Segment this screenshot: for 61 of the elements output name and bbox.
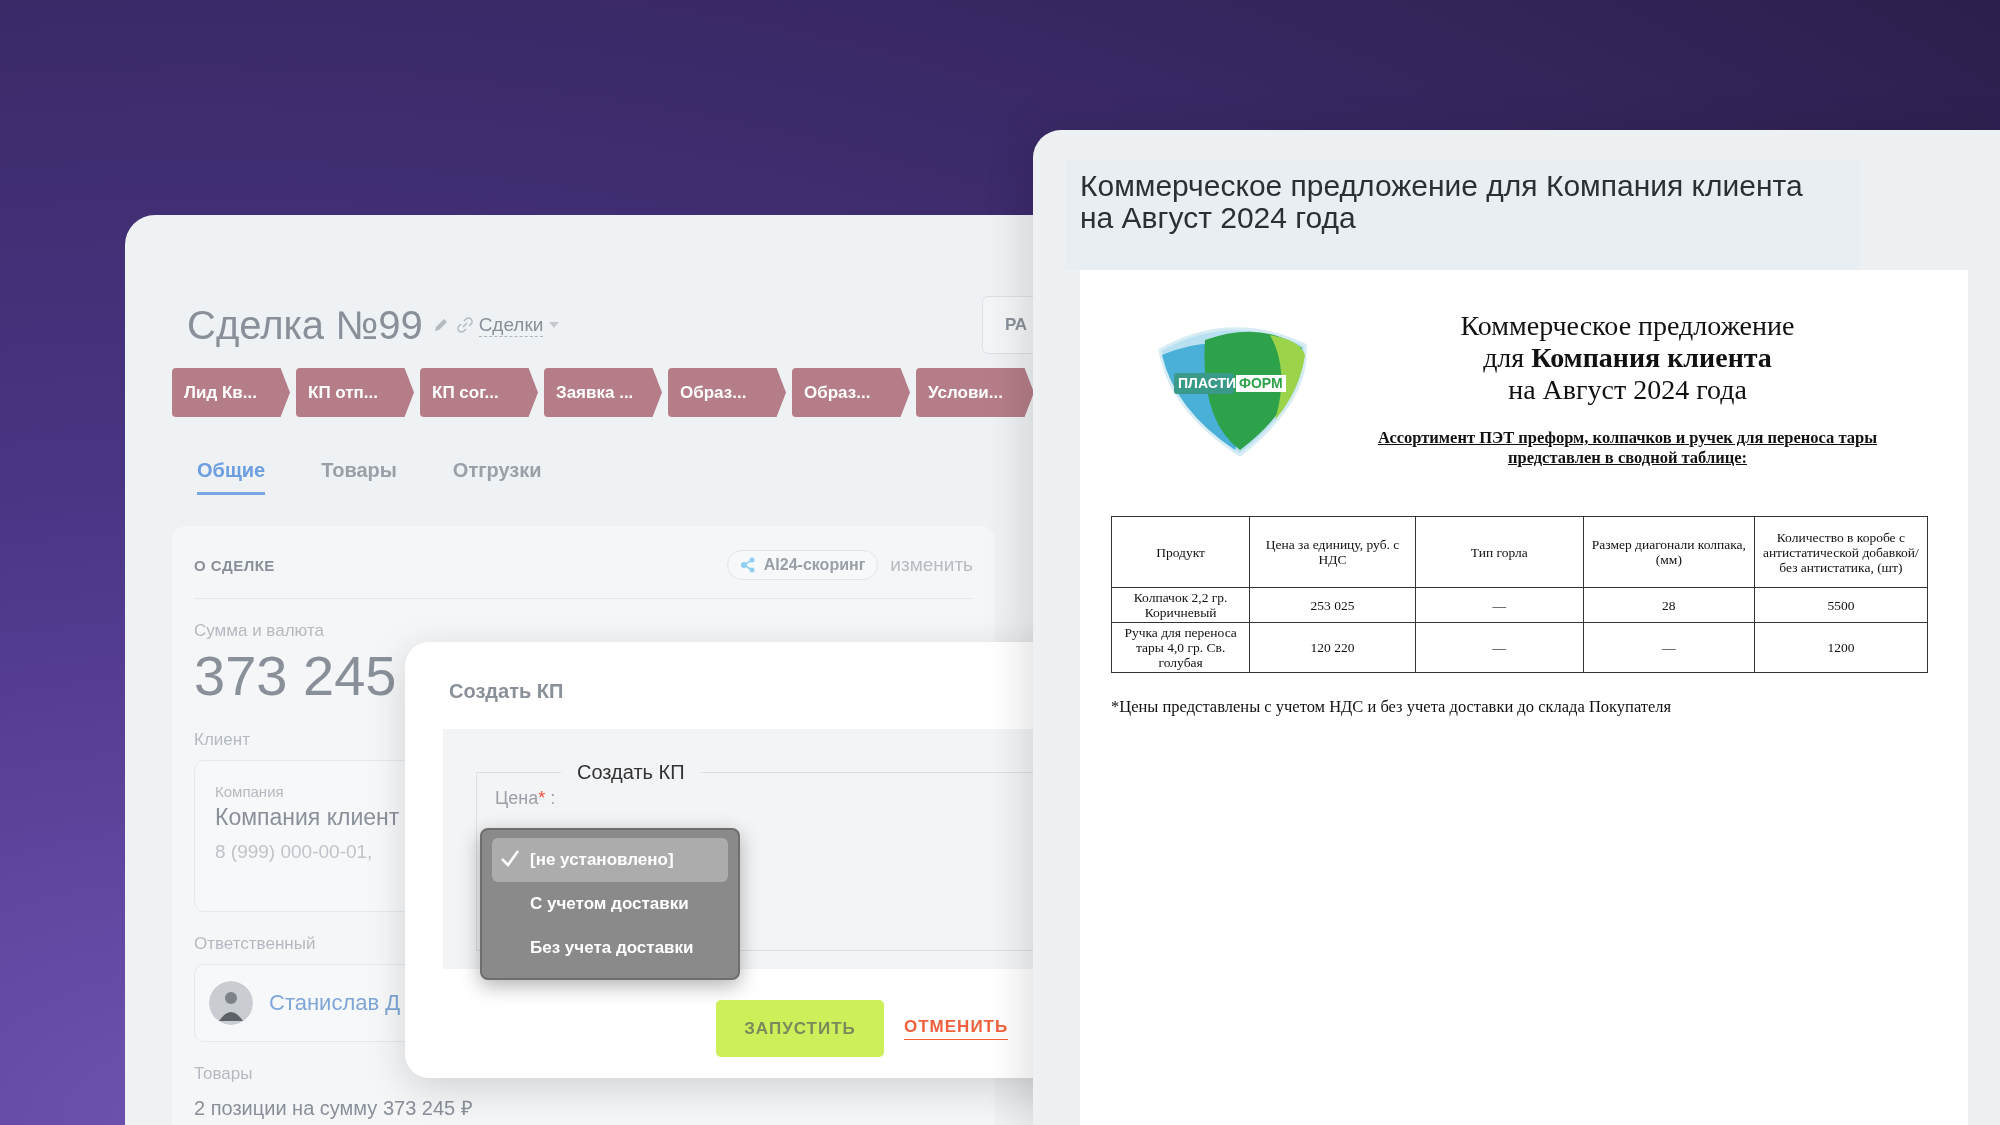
stage-step[interactable]: КП сог... [420,368,538,417]
menu-option[interactable]: Без учета доставки [492,926,728,970]
responsible-name[interactable]: Станислав Д [269,990,401,1016]
table-cell: — [1415,622,1584,673]
check-icon [500,848,520,867]
deal-title: Сделка №99 [187,302,423,348]
document-title: Коммерческое предложение для Компания клиента на Август 2024 года [1080,170,1804,234]
column-header: Тип горла [1415,516,1584,588]
table-cell: Колпачок 2,2 гр. Коричневый [1111,587,1250,623]
pipeline-link[interactable]: Сделки [478,313,544,337]
price-label: Цена* : [495,788,556,809]
pencil-icon[interactable] [432,317,449,333]
run-button[interactable]: ЗАПУСТИТЬ [716,1000,884,1057]
avatar-icon [209,981,253,1025]
amount-value: 373 245 [194,643,397,708]
stage-step[interactable]: Образ... [792,368,910,417]
action-button[interactable]: РА [982,296,1033,354]
dialog-title: Создать КП [449,680,564,703]
table-cell: 1200 [1754,622,1928,673]
stage-step[interactable]: Образ... [668,368,786,417]
stage-step[interactable]: Заявка ... [544,368,662,417]
stage-step[interactable]: Лид Кв... [172,368,290,417]
section-title: О СДЕЛКЕ [194,556,275,574]
column-header: Продукт [1111,516,1250,588]
table-cell: 5500 [1754,587,1928,623]
stage-step[interactable]: КП отп... [296,368,414,417]
client-name[interactable]: Компания клиент [215,804,400,831]
footnote: *Цены представлены с учетом НДС и без учета доставки до склада Покупателя [1111,697,1673,717]
field-label: Клиент [194,730,250,750]
table-cell: — [1583,622,1755,673]
column-header: Размер диагонали колпака, (мм) [1583,516,1755,588]
tab[interactable]: Товары [321,459,397,495]
menu-option[interactable]: С учетом доставки [492,882,728,926]
field-label: Сумма и валюта [194,621,324,641]
badge-label: AI24-скоринг [763,556,866,574]
stage-step[interactable]: Услови... [916,368,1034,417]
products-summary: 2 позиции на сумму 373 245 ₽ [194,1096,473,1121]
link-icon[interactable] [456,317,473,333]
table-cell: — [1415,587,1584,623]
table-cell: 253 025 [1249,587,1416,623]
document-subtitle: Ассортимент ПЭТ преформ, колпачков и ручек для переноса тары представлен в сводной таблице: [1376,428,1879,468]
tab[interactable]: Отгрузки [452,459,542,495]
client-caption: Компания [215,783,284,800]
edit-link[interactable]: изменить [890,554,973,576]
column-header: Цена за единицу, руб. с НДС [1249,516,1416,588]
caret-icon[interactable] [549,322,560,328]
table-cell: 28 [1583,587,1755,623]
menu-option[interactable]: [не установлено] [492,838,728,882]
table-cell: Ручка для переноса тары 4,0 гр. Св. голубая [1111,622,1250,673]
document-heading: на Август 2024 года [1507,374,1748,406]
document-heading: для Компания клиента [1482,342,1773,374]
field-label: Ответственный [194,934,316,954]
tab[interactable]: Общие [197,459,266,495]
cancel-button[interactable]: ОТМЕНИТЬ [904,1017,1009,1040]
scoring-badge[interactable]: AI24-скоринг [726,550,879,580]
column-header: Количество в коробе с антистатической добавкой/без антистатика, (шт) [1754,516,1928,588]
field-label: Товары [194,1064,253,1084]
document-heading: Коммерческое предложение [1459,310,1796,342]
group-title: Создать КП [576,761,686,784]
table-cell: 120 220 [1249,622,1416,673]
nodes-icon [739,557,756,573]
